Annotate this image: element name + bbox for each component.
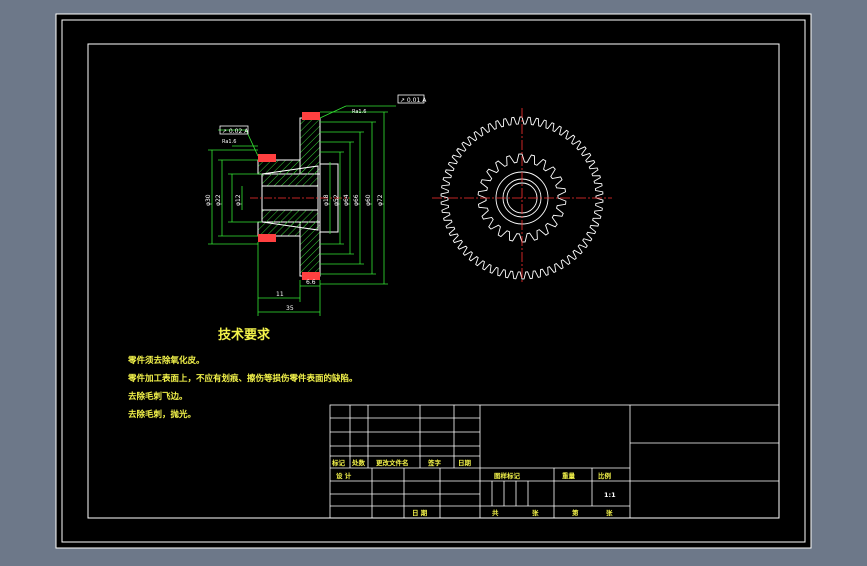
dim-h3: 6.6	[306, 279, 316, 286]
date-label: 日 期	[412, 508, 428, 517]
sheet-no-unit: 张	[606, 508, 613, 517]
dim-v5: φ52	[333, 194, 340, 206]
hdr-count: 处数	[351, 458, 366, 467]
cad-viewport[interactable]: ↗ 0.02 A ↗ 0.01 A Ra1.6 Ra1.6 35 11 6.6 …	[0, 0, 867, 562]
scale-value: 1:1	[604, 491, 616, 499]
hdr-mark: 标记	[331, 458, 346, 467]
sheet-no-label: 第	[572, 508, 579, 517]
dim-v2: φ22	[215, 194, 222, 206]
dim-v7: φ66	[353, 194, 360, 206]
stage-label: 图样标记	[494, 471, 521, 480]
note-line-2: 零件加工表面上，不应有划痕、擦伤等损伤零件表面的缺陷。	[127, 373, 358, 384]
roughness-b: Ra1.6	[352, 109, 366, 115]
notes-title: 技术要求	[218, 327, 271, 343]
scale-label: 比例	[598, 471, 612, 480]
dim-v1: φ30	[205, 194, 212, 206]
hdr-file: 更改文件名	[376, 458, 409, 467]
dim-v8: φ60	[365, 194, 372, 206]
design-label: 设 计	[336, 471, 352, 480]
dim-v9: φ72	[377, 194, 384, 206]
dim-v6: φ64	[343, 194, 350, 206]
dim-h1: 35	[286, 305, 294, 312]
dim-h2: 11	[276, 291, 284, 298]
note-line-3: 去除毛刺飞边。	[128, 391, 188, 402]
hdr-date: 日期	[458, 458, 472, 467]
callout-b: ↗ 0.01 A	[400, 97, 427, 104]
note-line-1: 零件须去除氧化皮。	[127, 355, 205, 366]
sheet-total-unit: 张	[532, 508, 539, 517]
sheet-total-label: 共	[492, 508, 499, 517]
callout-a: ↗ 0.02 A	[222, 128, 249, 135]
note-line-4: 去除毛刺，抛光。	[128, 409, 196, 420]
dim-v3: φ12	[235, 194, 242, 206]
hdr-sign: 签字	[427, 458, 442, 467]
dim-v4: φ18	[323, 194, 330, 206]
roughness-a: Ra1.6	[222, 139, 236, 145]
weight-label: 重量	[562, 471, 576, 480]
